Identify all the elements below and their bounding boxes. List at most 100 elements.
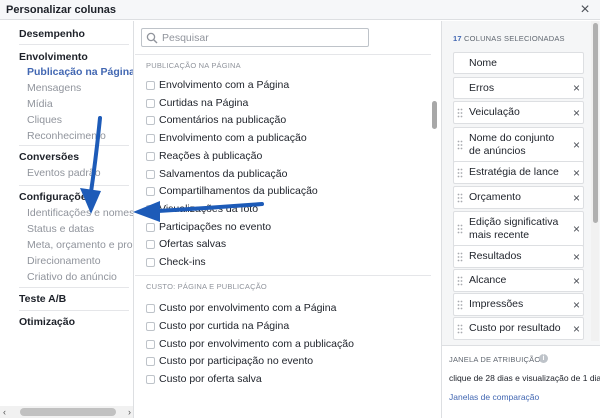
scrollbar-thumb[interactable] xyxy=(20,408,116,416)
selected-column-label: Impressões xyxy=(469,298,524,310)
close-icon[interactable]: × xyxy=(576,1,594,19)
sidebar-divider xyxy=(19,310,129,311)
sidebar-item-reconhecimento[interactable]: Reconhecimento xyxy=(27,130,106,142)
attribution-window: JANELA DE ATRIBUIÇÃO i clique de 28 dias… xyxy=(442,345,600,418)
drag-handle-icon[interactable] xyxy=(457,168,463,178)
sidebar-item-identificacoes-e-nomes-de-objetos[interactable]: Identificações e nomes de objetos xyxy=(27,207,133,219)
checkbox[interactable] xyxy=(146,134,155,144)
sidebar-item-midia[interactable]: Mídia xyxy=(27,98,53,110)
selected-column-nome-do-conjunto-de-anuncios[interactable]: Nome do conjunto de anúncios × xyxy=(453,127,584,163)
selected-column-label: Alcance xyxy=(469,274,507,286)
selected-column-edicao-significativa-mais-recente[interactable]: Edição significativa mais recente × xyxy=(453,211,584,247)
scroll-right-icon[interactable]: › xyxy=(128,406,131,418)
column-option-label: Custo por oferta salva xyxy=(159,373,262,386)
checkbox[interactable] xyxy=(146,375,155,385)
remove-icon[interactable]: × xyxy=(573,298,580,312)
selected-column-label: Orçamento xyxy=(469,191,521,203)
sidebar-item-otimizacao[interactable]: Otimização xyxy=(19,316,75,328)
column-option-label: Visualizações da foto xyxy=(159,202,259,215)
scrollbar-thumb[interactable] xyxy=(593,23,598,223)
checkbox[interactable] xyxy=(146,204,155,214)
sidebar-divider xyxy=(19,145,129,146)
selected-count-label: COLUNAS SELECIONADAS xyxy=(464,34,565,43)
selected-column-label: Resultados xyxy=(469,250,522,262)
sidebar-item-envolvimento[interactable]: Envolvimento xyxy=(19,51,88,63)
drag-handle-icon[interactable] xyxy=(457,224,463,234)
scroll-left-icon[interactable]: ‹ xyxy=(3,406,6,418)
selected-column-veiculacao[interactable]: Veiculação × xyxy=(453,101,584,124)
drag-handle-icon[interactable] xyxy=(457,252,463,262)
checkbox[interactable] xyxy=(146,240,155,250)
checkbox[interactable] xyxy=(146,357,155,367)
column-option-label: Reações à publicação xyxy=(159,149,263,162)
search-icon xyxy=(146,32,158,44)
remove-icon[interactable]: × xyxy=(573,274,580,288)
checkbox[interactable] xyxy=(146,151,155,161)
sidebar-item-publicacao-na-pagina[interactable]: Publicação na Página xyxy=(27,66,133,78)
remove-icon[interactable]: × xyxy=(573,166,580,180)
column-option-label: Comentários na publicação xyxy=(159,114,287,127)
column-option-label: Custo por curtida na Página xyxy=(159,319,290,332)
selected-count: 17 COLUNAS SELECIONADAS xyxy=(453,34,565,43)
columns-list-panel: PUBLICAÇÃO NA PÁGINA Envolvimento com a P… xyxy=(135,21,441,418)
selected-column-label: Custo por resultado xyxy=(469,322,561,334)
comparison-windows-link[interactable]: Janelas de comparação xyxy=(449,392,539,402)
list-vertical-scrollbar[interactable] xyxy=(432,101,437,129)
sidebar-item-meta-orcamento-e-programacao[interactable]: Meta, orçamento e programação xyxy=(27,239,133,251)
checkbox[interactable] xyxy=(146,222,155,232)
selected-column-label: Nome do conjunto de anúncios xyxy=(469,132,555,157)
sidebar-item-mensagens[interactable]: Mensagens xyxy=(27,82,81,94)
sidebar-horizontal-scrollbar[interactable]: ‹ › xyxy=(0,406,133,418)
checkbox[interactable] xyxy=(146,304,155,313)
remove-icon[interactable]: × xyxy=(573,191,580,205)
search-input[interactable] xyxy=(162,31,362,45)
section-divider xyxy=(135,54,431,55)
sidebar-item-direcionamento[interactable]: Direcionamento xyxy=(27,255,101,267)
selected-column-impressoes[interactable]: Impressões × xyxy=(453,293,584,316)
selected-list-scrollbar[interactable] xyxy=(591,21,599,341)
sidebar-item-configuracoes[interactable]: Configurações xyxy=(19,191,93,203)
selected-column-erros[interactable]: Erros × xyxy=(453,77,584,99)
drag-handle-icon[interactable] xyxy=(457,276,463,286)
section-divider xyxy=(135,275,431,276)
sidebar-item-desempenho[interactable]: Desempenho xyxy=(19,28,85,40)
remove-icon[interactable]: × xyxy=(573,322,580,336)
checkbox[interactable] xyxy=(146,187,155,197)
checkbox[interactable] xyxy=(146,98,155,108)
checkbox[interactable] xyxy=(146,258,155,267)
sidebar-item-teste-a-b[interactable]: Teste A/B xyxy=(19,293,66,305)
selected-column-resultados[interactable]: Resultados × xyxy=(453,245,584,268)
selected-column-orcamento[interactable]: Orçamento × xyxy=(453,186,584,209)
selected-column-label: Erros xyxy=(469,82,495,94)
drag-handle-icon[interactable] xyxy=(457,193,463,203)
column-option-label: Ofertas salvas xyxy=(159,238,227,251)
info-icon[interactable]: i xyxy=(539,354,548,363)
checkbox[interactable] xyxy=(146,321,155,331)
drag-handle-icon[interactable] xyxy=(457,300,463,310)
checkbox[interactable] xyxy=(146,169,155,179)
remove-icon[interactable]: × xyxy=(573,138,580,152)
drag-handle-icon[interactable] xyxy=(457,108,463,118)
selected-column-nome[interactable]: Nome xyxy=(453,52,584,74)
remove-icon[interactable]: × xyxy=(573,222,580,236)
drag-handle-icon[interactable] xyxy=(457,140,463,150)
search-box[interactable] xyxy=(141,28,369,47)
selected-column-custo-por-resultado[interactable]: Custo por resultado × xyxy=(453,317,584,340)
sidebar-item-criativo-do-anuncio[interactable]: Criativo do anúncio xyxy=(27,271,117,283)
remove-icon[interactable]: × xyxy=(573,81,580,95)
selected-column-estrategia-de-lance[interactable]: Estratégia de lance × xyxy=(453,161,584,184)
sidebar-item-cliques[interactable]: Cliques xyxy=(27,114,62,126)
sidebar-item-status-e-datas[interactable]: Status e datas xyxy=(27,223,94,235)
remove-icon[interactable]: × xyxy=(573,106,580,120)
remove-icon[interactable]: × xyxy=(573,250,580,264)
sidebar-item-eventos-padrao[interactable]: Eventos padrão xyxy=(27,167,101,179)
checkbox[interactable] xyxy=(146,339,155,349)
sidebar-item-conversoes[interactable]: Conversões xyxy=(19,151,79,163)
attribution-value: clique de 28 dias e visualização de 1 di… xyxy=(449,373,600,383)
column-option-label: Custo por envolvimento com a Página xyxy=(159,302,337,314)
section-header-publicacao-na-pagina: PUBLICAÇÃO NA PÁGINA xyxy=(146,61,241,70)
drag-handle-icon[interactable] xyxy=(457,324,463,334)
selected-column-alcance[interactable]: Alcance × xyxy=(453,269,584,292)
checkbox[interactable] xyxy=(146,81,155,90)
checkbox[interactable] xyxy=(146,116,155,126)
